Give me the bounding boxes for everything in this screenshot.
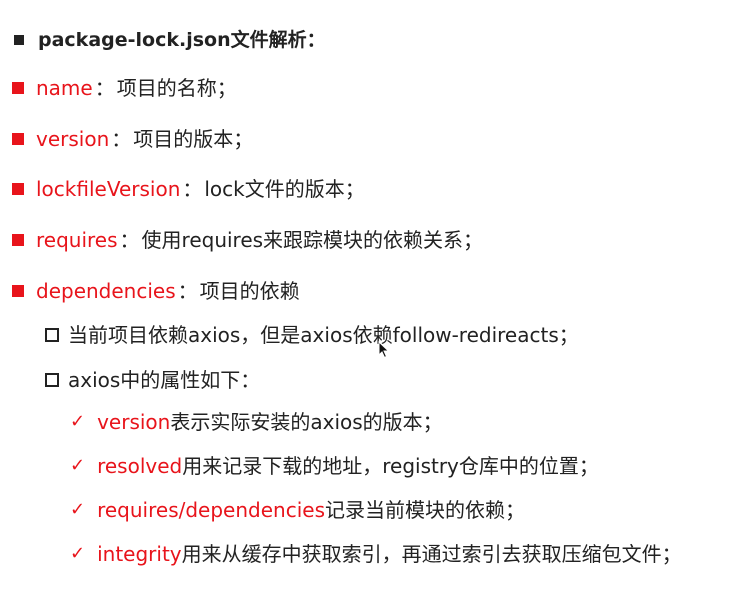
list-item-version: version ： 项目的版本； [12, 126, 253, 152]
sub-list-item: 当前项目依赖axios，但是axios依赖follow-redireacts； [45, 322, 579, 348]
check-item-key: version [97, 410, 171, 434]
check-item-key: integrity [97, 542, 182, 566]
check-icon: ✓ [70, 543, 86, 564]
item-separator: ： [182, 177, 203, 201]
check-icon: ✓ [70, 411, 86, 432]
check-list-item: ✓ requires/dependencies 记录当前模块的依赖； [70, 497, 525, 523]
check-list-item: ✓ version 表示实际安装的axios的版本； [70, 409, 443, 435]
sub-item-text: axios中的属性如下： [68, 368, 261, 392]
red-square-bullet-icon [12, 82, 24, 94]
check-item-key: resolved [97, 454, 183, 478]
page-title: package-lock.json文件解析： [38, 29, 326, 51]
check-item-key: requires/dependencies [97, 498, 325, 522]
item-separator: ： [111, 127, 132, 151]
item-key: version [36, 127, 110, 151]
sub-item-text: 当前项目依赖axios，但是axios依赖follow-redireacts； [68, 323, 579, 347]
red-square-bullet-icon [12, 285, 24, 297]
item-key: name [36, 76, 93, 100]
item-desc: 使用requires来跟踪模块的依赖关系； [141, 228, 484, 252]
check-item-desc: 用来记录下载的地址，registry仓库中的位置； [182, 454, 599, 478]
check-icon: ✓ [70, 499, 86, 520]
sub-list-item: axios中的属性如下： [45, 367, 260, 393]
red-square-bullet-icon [12, 133, 24, 145]
item-separator: ： [94, 76, 115, 100]
check-list-item: ✓ integrity 用来从缓存中获取索引，再通过索引去获取压缩包文件； [70, 541, 682, 567]
check-item-desc: 记录当前模块的依赖； [324, 498, 525, 522]
red-square-bullet-icon [12, 183, 24, 195]
mouse-cursor-icon [378, 341, 390, 359]
red-square-bullet-icon [12, 234, 24, 246]
list-item-requires: requires ： 使用requires来跟踪模块的依赖关系； [12, 227, 483, 253]
check-list-item: ✓ resolved 用来记录下载的地址，registry仓库中的位置； [70, 453, 599, 479]
slide: package-lock.json文件解析： name ： 项目的名称； ver… [0, 0, 734, 601]
list-item-dependencies: dependencies ： 项目的依赖 [12, 278, 300, 304]
check-item-desc: 用来从缓存中获取索引，再通过索引去获取压缩包文件； [181, 542, 682, 566]
item-desc: 项目的依赖 [199, 279, 300, 303]
item-key: lockfileVersion [36, 177, 181, 201]
item-key: dependencies [36, 279, 176, 303]
hollow-square-bullet-icon [45, 328, 59, 342]
item-separator: ： [119, 228, 140, 252]
item-desc: lock文件的版本； [204, 177, 365, 201]
check-icon: ✓ [70, 455, 86, 476]
list-item-lockfileversion: lockfileVersion ： lock文件的版本； [12, 176, 365, 202]
item-desc: 项目的名称； [116, 76, 237, 100]
list-item-name: name ： 项目的名称； [12, 75, 237, 101]
check-item-desc: 表示实际安装的axios的版本； [170, 410, 443, 434]
hollow-square-bullet-icon [45, 373, 59, 387]
item-key: requires [36, 228, 118, 252]
square-bullet-icon [14, 35, 24, 45]
title-row: package-lock.json文件解析： [14, 27, 326, 53]
item-separator: ： [177, 279, 198, 303]
item-desc: 项目的版本； [133, 127, 254, 151]
